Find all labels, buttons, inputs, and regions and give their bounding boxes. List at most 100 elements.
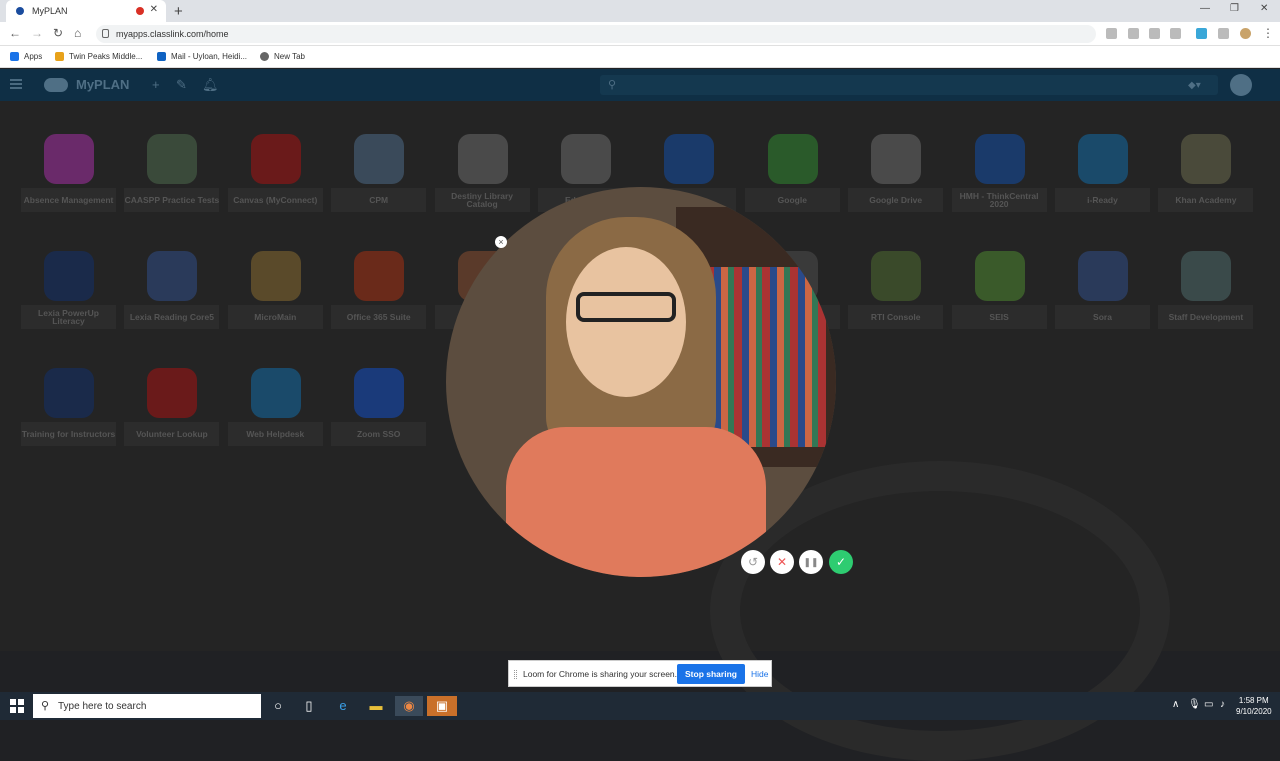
app-tile[interactable]: Google bbox=[744, 126, 840, 212]
app-logo-icon bbox=[354, 251, 405, 301]
file-explorer-icon[interactable]: ▬ bbox=[366, 696, 386, 716]
minimize-icon[interactable]: — bbox=[1200, 3, 1210, 14]
hamburger-menu-icon[interactable] bbox=[10, 79, 22, 89]
taskbar-search-input[interactable]: ⚲ Type here to search bbox=[33, 694, 261, 718]
app-tile[interactable]: Zoom SSO bbox=[331, 360, 427, 446]
menu-kebab-icon[interactable]: ⋮ bbox=[1262, 26, 1274, 40]
app-logo-icon bbox=[871, 134, 922, 184]
tag-filter-icon[interactable]: ◆▾ bbox=[1188, 80, 1201, 91]
app-search-input[interactable]: ⚲ bbox=[600, 75, 1218, 95]
app-tile[interactable]: CAASPP Practice Tests bbox=[124, 126, 220, 212]
search-icon: ⚲ bbox=[608, 79, 617, 91]
key-icon[interactable] bbox=[1128, 28, 1139, 39]
app-tile-label: Canvas (MyConnect) bbox=[227, 188, 323, 212]
system-clock[interactable]: 1:58 PM 9/10/2020 bbox=[1236, 695, 1272, 717]
star-icon[interactable] bbox=[1170, 28, 1181, 39]
app-tile-label: Zoom SSO bbox=[331, 422, 427, 446]
hide-link[interactable]: Hide bbox=[751, 669, 768, 679]
back-icon[interactable]: ← bbox=[9, 26, 21, 40]
edge-icon[interactable]: e bbox=[333, 696, 353, 716]
browser-tab-strip: MyPLAN ✕ + — ❐ ✕ bbox=[0, 0, 1280, 22]
app-tile-label: RTI Console bbox=[848, 305, 944, 329]
forward-icon[interactable]: → bbox=[31, 26, 43, 40]
user-avatar[interactable] bbox=[1230, 74, 1252, 96]
cortana-icon[interactable]: ○ bbox=[268, 696, 288, 716]
app-tile[interactable]: CPM bbox=[331, 126, 427, 212]
bookmark-apps[interactable]: Apps bbox=[10, 52, 42, 61]
app-tile-label: i-Ready bbox=[1055, 188, 1150, 212]
bookmark-twin-peaks[interactable]: Twin Peaks Middle... bbox=[55, 52, 142, 61]
app-tile-label: CPM bbox=[331, 188, 427, 212]
bookmarks-bar: Apps Twin Peaks Middle... Mail - Uyloan,… bbox=[0, 46, 1280, 68]
network-icon[interactable]: ▭ bbox=[1204, 699, 1213, 710]
extension-icon[interactable] bbox=[1149, 28, 1160, 39]
camera-extension-icon[interactable] bbox=[1106, 28, 1117, 39]
app-tile-label: Google Drive bbox=[848, 188, 944, 212]
app-logo-icon bbox=[250, 134, 301, 184]
loom-extension-icon[interactable] bbox=[1196, 28, 1207, 39]
app-tile[interactable]: SEIS bbox=[951, 243, 1047, 329]
rewind-button[interactable]: ↺ bbox=[741, 550, 765, 574]
app-tile[interactable]: Canvas (MyConnect) bbox=[227, 126, 323, 212]
app-tile[interactable]: i-Ready bbox=[1055, 126, 1150, 212]
tray-chevron-icon[interactable]: ∧ bbox=[1172, 699, 1179, 710]
chrome-icon[interactable]: ◉ bbox=[395, 696, 423, 716]
reload-icon[interactable]: ↻ bbox=[53, 26, 63, 40]
app-tile[interactable]: Absence Management bbox=[21, 126, 116, 212]
windows-start-icon[interactable] bbox=[10, 699, 24, 713]
finish-recording-button[interactable]: ✓ bbox=[829, 550, 853, 574]
address-bar[interactable]: myapps.classlink.com/home bbox=[96, 25, 1096, 43]
app-tile[interactable]: Sora bbox=[1055, 243, 1150, 329]
app-tile[interactable]: Staff Development bbox=[1158, 243, 1254, 329]
presenter-shirt bbox=[506, 427, 766, 577]
pause-recording-button[interactable]: ❚❚ bbox=[799, 550, 823, 574]
app-tile[interactable]: Lexia PowerUp Literacy bbox=[21, 243, 116, 329]
app-logo-icon bbox=[147, 134, 198, 184]
tab-favicon-icon bbox=[16, 7, 24, 15]
volume-icon[interactable]: ♪ bbox=[1220, 699, 1225, 710]
app-tile-label: Office 365 Suite bbox=[331, 305, 427, 329]
app-tile[interactable]: Office 365 Suite bbox=[331, 243, 427, 329]
app-tile[interactable]: Volunteer Lookup bbox=[124, 360, 220, 446]
profile-avatar-icon[interactable] bbox=[1240, 28, 1251, 39]
app-logo-icon bbox=[1078, 251, 1128, 301]
app-logo-icon bbox=[44, 368, 94, 418]
app-tile-label: Lexia Reading Core5 bbox=[124, 305, 220, 329]
restore-icon[interactable]: ❐ bbox=[1230, 3, 1239, 14]
app-tile[interactable]: Training for Instructors bbox=[21, 360, 116, 446]
puzzle-icon[interactable] bbox=[1218, 28, 1229, 39]
brand-logo[interactable]: MyPLAN bbox=[44, 77, 129, 92]
stop-sharing-button[interactable]: Stop sharing bbox=[677, 664, 745, 684]
app-tile[interactable]: Google Drive bbox=[848, 126, 944, 212]
tab-close-icon[interactable]: ✕ bbox=[150, 4, 158, 15]
task-view-icon[interactable]: ▯ bbox=[299, 696, 319, 716]
edit-icon[interactable]: ✎ bbox=[176, 77, 187, 93]
new-tab-button[interactable]: + bbox=[174, 3, 183, 20]
bookmark-mail[interactable]: Mail - Uyloan, Heidi... bbox=[157, 52, 247, 61]
app-tile[interactable]: Lexia Reading Core5 bbox=[124, 243, 220, 329]
app-logo-icon bbox=[250, 251, 301, 301]
app-tile[interactable]: Web Helpdesk bbox=[227, 360, 323, 446]
app-tile[interactable]: MicroMain bbox=[227, 243, 323, 329]
microphone-icon[interactable]: 🎙︎ bbox=[1188, 699, 1201, 710]
app-tile[interactable]: RTI Console bbox=[848, 243, 944, 329]
tab-title: MyPLAN bbox=[32, 6, 68, 16]
app-tile-label: Absence Management bbox=[21, 188, 116, 212]
app-logo-icon bbox=[664, 134, 715, 184]
presenter-face bbox=[566, 247, 686, 397]
bell-icon[interactable]: 🔔︎ bbox=[202, 77, 219, 93]
cancel-recording-button[interactable]: ✕ bbox=[770, 550, 794, 574]
app-tile[interactable]: Khan Academy bbox=[1158, 126, 1254, 212]
add-icon[interactable]: + bbox=[152, 77, 160, 92]
browser-tab[interactable]: MyPLAN ✕ bbox=[6, 0, 166, 22]
camera-close-button[interactable]: × bbox=[495, 236, 507, 248]
drag-handle-icon[interactable] bbox=[514, 670, 517, 679]
app-tile[interactable]: Destiny Library Catalog bbox=[434, 126, 530, 212]
app-tile[interactable]: HMH - ThinkCentral 2020 bbox=[951, 126, 1047, 212]
window-close-icon[interactable]: ✕ bbox=[1260, 3, 1268, 14]
app-logo-icon bbox=[767, 134, 818, 184]
address-toolbar: ← → ↻ ⌂ myapps.classlink.com/home ⋮ bbox=[0, 22, 1280, 46]
pinned-app-icon[interactable]: ▣ bbox=[427, 696, 457, 716]
bookmark-new-tab[interactable]: New Tab bbox=[260, 52, 305, 61]
home-icon[interactable]: ⌂ bbox=[74, 26, 81, 40]
